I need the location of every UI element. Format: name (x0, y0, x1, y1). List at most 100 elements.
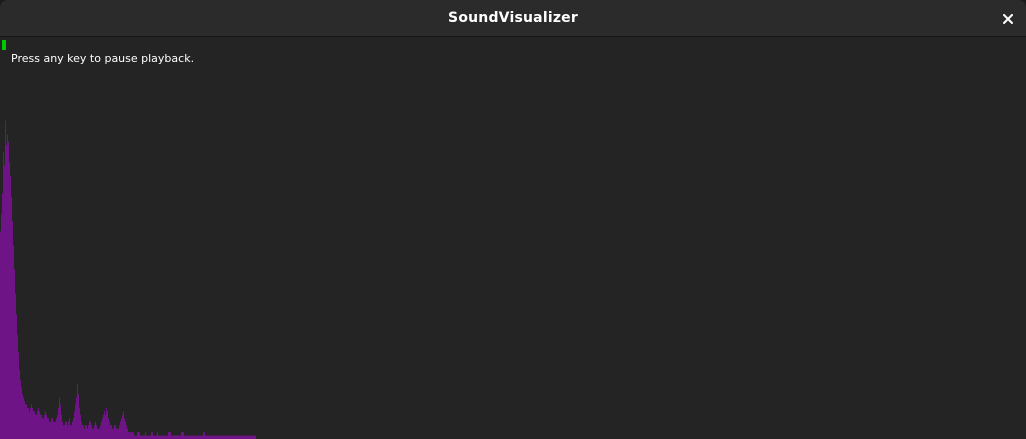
spectrum-bar (100, 425, 101, 439)
spectrum-bar (90, 421, 91, 439)
spectrum-bar (134, 435, 135, 439)
spectrum-bar (47, 418, 48, 439)
spectrum-bar (60, 404, 61, 439)
spectrum-bar (145, 432, 146, 439)
spectrum-bar (196, 435, 197, 439)
spectrum-bar (217, 435, 218, 439)
title-bar[interactable]: SoundVisualizer (0, 0, 1026, 37)
spectrum-bar (161, 435, 162, 439)
spectrum-bar (241, 435, 242, 439)
spectrum-bar (16, 314, 17, 439)
spectrum-bar (220, 435, 221, 439)
spectrum-bar (28, 407, 29, 439)
spectrum-bar (177, 435, 178, 439)
spectrum-bar (29, 411, 30, 439)
spectrum-bar (67, 425, 68, 439)
spectrum-bar (212, 435, 213, 439)
spectrum-bar (112, 428, 113, 439)
spectrum-bar (237, 435, 238, 439)
spectrum-bar (108, 418, 109, 439)
spectrum-bar (189, 435, 190, 439)
spectrum-bar (36, 414, 37, 439)
spectrum-bar (106, 407, 107, 439)
spectrum-bar (3, 151, 4, 439)
spectrum-bar (228, 435, 229, 439)
spectrum-bar (44, 414, 45, 439)
close-button[interactable] (996, 7, 1020, 31)
spectrum-bar (140, 435, 141, 439)
spectrum-bar (32, 407, 33, 439)
spectrum-bar (174, 435, 175, 439)
spectrum-bar (136, 435, 137, 439)
spectrum-bar (133, 432, 134, 439)
spectrum-bar (207, 435, 208, 439)
spectrum-bar (173, 435, 174, 439)
spectrum-bar (198, 435, 199, 439)
spectrum-bar (139, 432, 140, 439)
spectrum-bar (227, 435, 228, 439)
spectrum-bar (171, 435, 172, 439)
spectrum-bar (15, 293, 16, 439)
spectrum-bar (118, 428, 119, 439)
spectrum-bar (51, 418, 52, 439)
spectrum-bar (205, 435, 206, 439)
spectrum-bar (127, 428, 128, 439)
spectrum-bar (209, 435, 210, 439)
spectrum-bar (26, 404, 27, 439)
spectrum-bar (248, 435, 249, 439)
spectrum-bar (234, 435, 235, 439)
spectrum-bar (168, 432, 169, 439)
spectrum-bar (41, 414, 42, 439)
spectrum-bar (141, 435, 142, 439)
spectrum-bar (242, 435, 243, 439)
spectrum-bar (195, 435, 196, 439)
frequency-spectrum-chart (0, 120, 256, 439)
spectrum-bar (18, 352, 19, 439)
spectrum-bar (11, 196, 12, 439)
spectrum-bar (201, 435, 202, 439)
spectrum-bar (92, 428, 93, 439)
spectrum-bar (192, 435, 193, 439)
spectrum-bar (252, 435, 253, 439)
spectrum-bar (231, 435, 232, 439)
spectrum-bar (199, 435, 200, 439)
spectrum-bar (216, 435, 217, 439)
spectrum-bar (73, 418, 74, 439)
spectrum-bar (119, 425, 120, 439)
spectrum-bar (138, 432, 139, 439)
spectrum-bar (111, 425, 112, 439)
spectrum-bar (116, 428, 117, 439)
spectrum-bar (194, 435, 195, 439)
spectrum-bar (128, 432, 129, 439)
spectrum-bar (66, 421, 67, 439)
spectrum-bar (53, 421, 54, 439)
spectrum-bar (65, 421, 66, 439)
spectrum-bar (211, 435, 212, 439)
spectrum-bar (4, 165, 5, 439)
spectrum-bar (23, 397, 24, 439)
spectrum-bar (225, 435, 226, 439)
spectrum-bar (169, 432, 170, 439)
spectrum-bar (68, 421, 69, 439)
spectrum-bar (58, 407, 59, 439)
spectrum-bar (187, 435, 188, 439)
spectrum-bar (96, 425, 97, 439)
spectrum-bar (75, 404, 76, 439)
spectrum-bar (125, 421, 126, 439)
spectrum-bar (115, 425, 116, 439)
spectrum-bar (59, 397, 60, 439)
spectrum-bar (34, 411, 35, 439)
spectrum-bar (101, 421, 102, 439)
spectrum-bar (186, 435, 187, 439)
spectrum-bar (144, 435, 145, 439)
spectrum-bar (76, 397, 77, 439)
close-icon (1003, 14, 1013, 24)
spectrum-bar (245, 435, 246, 439)
spectrum-bar (206, 435, 207, 439)
spectrum-bar (88, 425, 89, 439)
spectrum-bar (38, 407, 39, 439)
spectrum-bar (56, 418, 57, 439)
spectrum-bar (179, 435, 180, 439)
spectrum-bar (33, 411, 34, 439)
spectrum-bar (166, 435, 167, 439)
